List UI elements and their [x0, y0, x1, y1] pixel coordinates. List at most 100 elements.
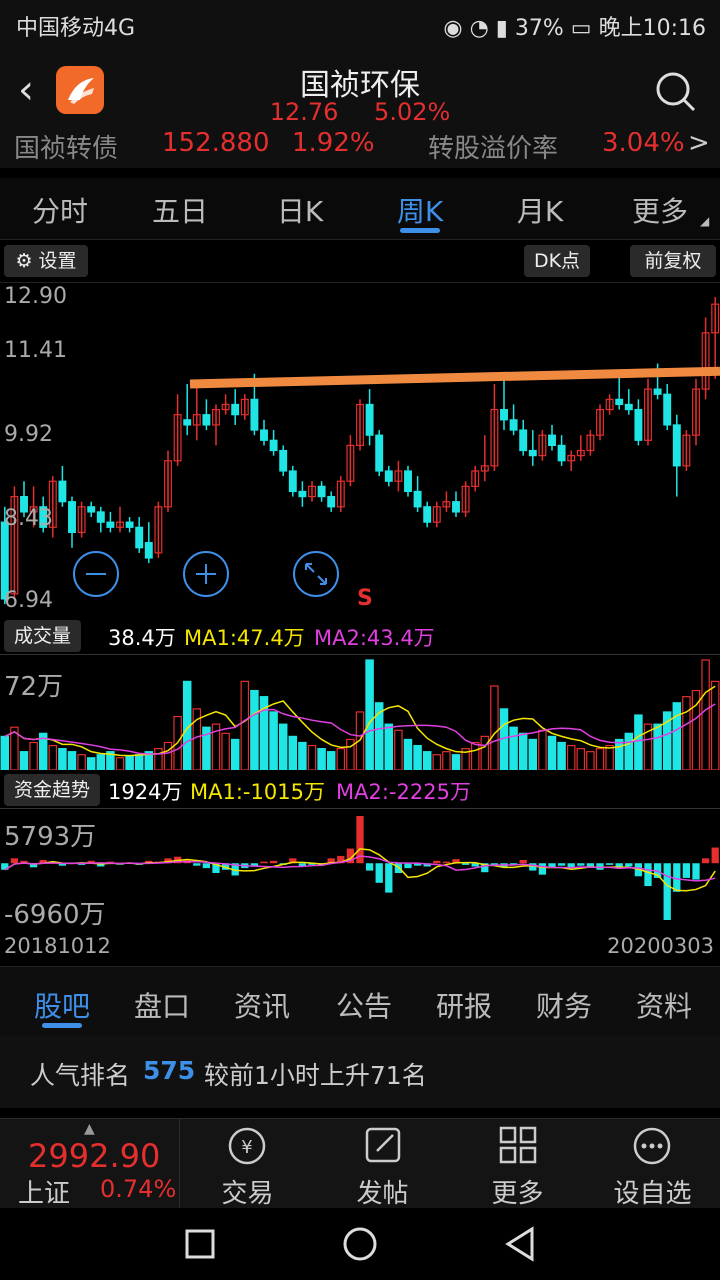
popularity-rank[interactable]: 人气排名 575 较前1小时上升71名	[0, 1036, 720, 1108]
volume-bar	[77, 754, 86, 770]
zoom-in-icon[interactable]	[182, 550, 230, 598]
settings-label: 设置	[38, 250, 77, 272]
candle-body	[634, 408, 643, 441]
tab-profile[interactable]: 资料	[614, 985, 714, 1025]
money-flow-bar	[644, 863, 652, 887]
tab-news[interactable]: 资讯	[212, 985, 312, 1025]
candle-body	[260, 429, 268, 441]
candle-body	[106, 521, 115, 528]
volume-bar	[672, 702, 682, 770]
trade-button[interactable]: ¥ 交易	[180, 1119, 315, 1209]
chart-area[interactable]: 12.90 11.41 9.92 8.43 6.94 S 成交量 38.4万 M…	[0, 282, 720, 962]
search-icon[interactable]	[654, 70, 698, 118]
caret-up-icon: ▲	[84, 1121, 95, 1137]
volume-bar	[403, 738, 413, 770]
tab-order-book[interactable]: 盘口	[112, 985, 212, 1025]
volume-bar	[134, 754, 144, 770]
bond-price: 152.880	[162, 132, 270, 158]
date-start: 20181012	[4, 934, 111, 958]
more-button[interactable]: 更多	[450, 1119, 585, 1209]
trade-icon: ¥	[228, 1127, 266, 1165]
volume-indicator-button[interactable]: 成交量	[4, 620, 82, 652]
index-quote[interactable]: ▲ 2992.90 上证 0.74%	[0, 1119, 180, 1209]
convertible-bond-ticker[interactable]: 国祯转债 152.880 1.92% 转股溢价率 3.04% >	[0, 132, 720, 168]
y-tick-1: 11.41	[4, 338, 67, 363]
volume-bar	[566, 744, 576, 770]
dk-point-button[interactable]: DK点	[524, 245, 590, 277]
active-tab-indicator	[400, 228, 440, 233]
volume-bar	[509, 726, 518, 770]
post-button[interactable]: 发帖	[315, 1119, 450, 1209]
money-flow-bar	[10, 858, 19, 864]
grid-icon	[499, 1126, 537, 1164]
candle-body	[58, 480, 67, 503]
volume-bar	[682, 696, 691, 770]
stock-price: 12.76	[269, 98, 339, 126]
tab-weekly-k[interactable]: 周K	[370, 190, 470, 230]
battery-percent: 37%	[514, 16, 564, 41]
tab-daily-k[interactable]: 日K	[250, 190, 350, 230]
tab-research[interactable]: 研报	[414, 985, 514, 1025]
volume-bar	[480, 735, 490, 770]
tab-five-day[interactable]: 五日	[130, 190, 230, 230]
volume-bar	[557, 741, 566, 770]
candle-body	[528, 449, 537, 457]
volume-bar	[67, 751, 77, 770]
system-nav-bar	[0, 1208, 720, 1280]
volume-bar	[547, 735, 557, 770]
tab-monthly-k[interactable]: 月K	[490, 190, 590, 230]
volume-bar	[432, 754, 442, 770]
candle-body	[96, 511, 105, 523]
index-change: 0.74%	[100, 1175, 177, 1203]
add-watchlist-button[interactable]: 设自选	[585, 1119, 720, 1209]
volume-bar	[298, 741, 307, 770]
home-icon[interactable]	[342, 1226, 378, 1262]
candle-body	[317, 485, 326, 498]
zoom-out-icon[interactable]	[72, 550, 120, 598]
volume-bar	[614, 738, 624, 770]
money-flow-bar	[193, 863, 201, 866]
money-flow-bar	[260, 861, 268, 864]
adjust-button[interactable]: 前复权	[630, 245, 716, 277]
settings-button[interactable]: ⚙ 设置	[4, 245, 88, 277]
bottom-toolbar: ▲ 2992.90 上证 0.74% ¥ 交易 发帖 更多 设自选	[0, 1118, 720, 1209]
volume-bar	[29, 741, 38, 770]
money-flow-bar	[461, 863, 470, 865]
tab-announcements[interactable]: 公告	[314, 985, 414, 1025]
volume-bar	[48, 744, 58, 770]
tab-more[interactable]: 更多	[610, 190, 710, 230]
tab-financials[interactable]: 财务	[514, 985, 614, 1025]
candle-body	[250, 398, 259, 431]
status-bar: 中国移动4G ◉ ◔ ▮ 37% ▭ 晚上10:16	[0, 0, 720, 50]
money-flow-indicator-button[interactable]: 资金趋势	[4, 774, 101, 806]
candle-body	[653, 388, 662, 395]
candle-body	[557, 444, 566, 462]
money-flow-bar	[433, 860, 441, 864]
volume-bar	[326, 751, 336, 770]
money-flow-bar	[202, 863, 211, 869]
volume-bar	[86, 757, 96, 770]
volume-bar	[307, 744, 317, 770]
volume-bar	[221, 732, 230, 770]
volume-bar	[413, 744, 422, 770]
candle-body	[144, 542, 153, 559]
money-flow-bar	[692, 863, 700, 880]
money-flow-chart[interactable]	[0, 808, 720, 928]
volume-chart[interactable]	[0, 654, 720, 770]
candle-body	[624, 403, 633, 411]
lower-tabs: 股吧 盘口 资讯 公告 研报 财务 资料	[0, 966, 720, 1036]
trade-label: 交易	[221, 1179, 274, 1209]
tab-forum[interactable]: 股吧	[12, 985, 112, 1025]
candle-body	[288, 470, 297, 493]
money-flow-ma1: MA1:-1015万	[190, 780, 325, 804]
volume-bar	[442, 751, 451, 770]
tab-intraday[interactable]: 分时	[10, 190, 110, 230]
bond-name: 国祯转债	[14, 134, 119, 164]
money-flow-legend: 资金趋势 1924万 MA1:-1015万 MA2:-2225万	[0, 772, 720, 808]
recents-icon[interactable]	[184, 1228, 216, 1260]
fullscreen-icon[interactable]	[292, 550, 340, 598]
money-flow-bar	[557, 863, 566, 866]
back-icon[interactable]	[502, 1226, 538, 1262]
edit-icon	[365, 1127, 401, 1163]
volume-bar	[701, 659, 710, 770]
